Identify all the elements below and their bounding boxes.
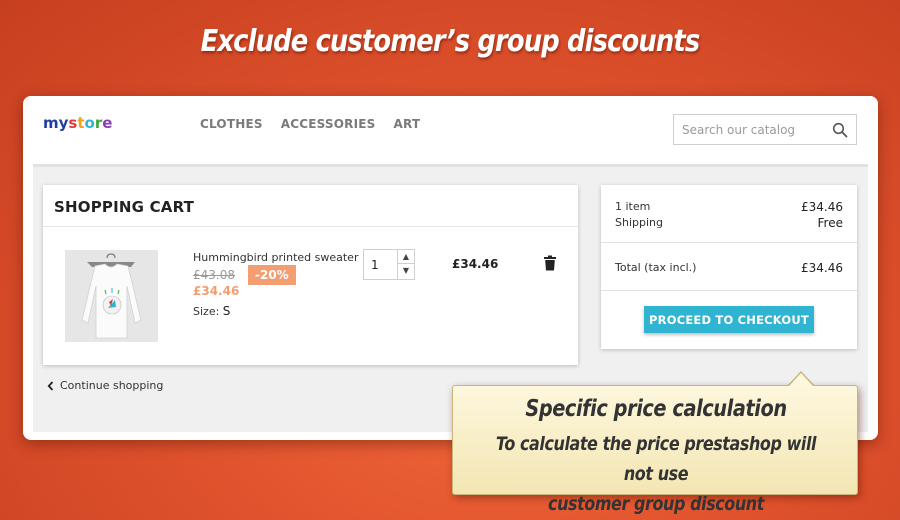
cart-title: SHOPPING CART [43, 185, 578, 227]
callout-line-2: customer group discount [548, 493, 764, 515]
logo-letter: o [84, 114, 95, 132]
quantity-input[interactable] [364, 250, 396, 279]
store-header: my store CLOTHES ACCESSORIES ART [23, 96, 878, 164]
search-input[interactable] [674, 115, 824, 144]
search-box [673, 114, 857, 145]
nav-accessories[interactable]: ACCESSORIES [281, 117, 376, 131]
size-label: Size: [193, 305, 220, 318]
sweater-image [81, 253, 142, 339]
nav-clothes[interactable]: CLOTHES [200, 117, 263, 131]
shipping-value: Free [817, 216, 843, 230]
quantity-down-button[interactable]: ▼ [398, 264, 414, 278]
nav-art[interactable]: ART [394, 117, 421, 131]
callout-line-1: To calculate the price prestashop will n… [495, 433, 817, 485]
quantity-spinner: ▲ ▼ [397, 250, 414, 279]
total-label: Total (tax incl.) [615, 261, 697, 274]
chevron-left-icon [47, 380, 54, 391]
trash-icon[interactable] [543, 255, 557, 271]
quantity-stepper: ▲ ▼ [363, 249, 415, 280]
regular-price: £43.08 [193, 268, 235, 282]
callout-pointer-fill [789, 373, 813, 386]
continue-shopping-label: Continue shopping [60, 379, 164, 392]
line-total: £34.46 [452, 257, 499, 271]
discount-badge: -20% [248, 265, 296, 285]
items-count: 1 item [615, 200, 651, 213]
logo-letter: my [43, 114, 69, 132]
shipping-label: Shipping [615, 216, 663, 229]
callout-text: To calculate the price prestashop will n… [485, 429, 826, 519]
summary-items-row: 1 item £34.46 [615, 200, 843, 214]
continue-shopping-link[interactable]: Continue shopping [47, 379, 163, 392]
proceed-to-checkout-button[interactable]: PROCEED TO CHECKOUT [644, 306, 814, 333]
summary-divider [601, 242, 857, 243]
summary-shipping-row: Shipping Free [615, 216, 843, 230]
summary-divider [601, 290, 857, 291]
search-icon[interactable] [832, 122, 848, 138]
store-logo[interactable]: my store [43, 114, 112, 132]
info-callout: Specific price calculation To calculate … [452, 385, 858, 515]
items-subtotal: £34.46 [801, 200, 843, 214]
logo-letter: r [94, 114, 103, 132]
logo-letter: t [77, 114, 85, 132]
logo-letter: e [102, 114, 113, 132]
banner-title: Exclude customer’s group discounts [200, 24, 701, 59]
callout-title: Specific price calculation [525, 396, 787, 422]
quantity-up-button[interactable]: ▲ [398, 250, 414, 264]
cart-summary: 1 item £34.46 Shipping Free Total (tax i… [601, 185, 857, 349]
discounted-price: £34.46 [193, 284, 240, 298]
size-value: S [222, 304, 231, 318]
total-value: £34.46 [801, 261, 843, 275]
summary-total-row: Total (tax incl.) £34.46 [615, 261, 843, 275]
logo-letter: s [68, 114, 78, 132]
cart-panel: SHOPPING CART Hummingbird printed sweate… [43, 185, 578, 365]
product-size: Size: S [193, 304, 230, 318]
product-name-link[interactable]: Hummingbird printed sweater [193, 251, 358, 264]
product-image[interactable] [65, 250, 158, 342]
main-nav: CLOTHES ACCESSORIES ART [200, 117, 420, 131]
